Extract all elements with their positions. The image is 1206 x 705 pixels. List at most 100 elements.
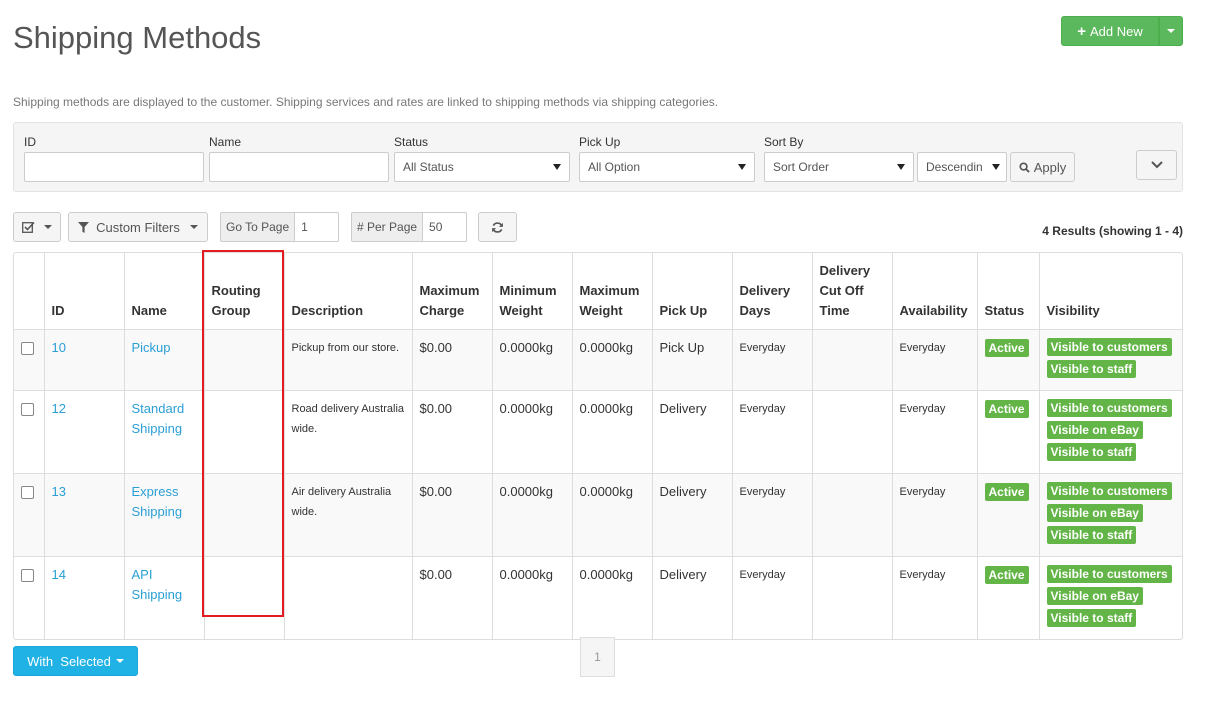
- status-select[interactable]: All Status: [394, 152, 570, 182]
- select-arrow-icon: [897, 164, 905, 170]
- visibility-badge: Visible to customers: [1046, 482, 1172, 500]
- add-new-label: Add New: [1090, 23, 1143, 39]
- go-to-page-label: Go To Page: [220, 212, 296, 242]
- row-name-link[interactable]: Express Shipping: [132, 484, 183, 519]
- sort-order-value: Descendin: [926, 160, 983, 174]
- row-checkbox[interactable]: [21, 569, 34, 582]
- row-pickup: Delivery: [652, 473, 733, 557]
- row-pickup: Delivery: [652, 556, 733, 639]
- min-weight-column-header[interactable]: Minimum Weight: [492, 253, 573, 330]
- refresh-button[interactable]: [478, 212, 517, 242]
- cutoff-time-column-header[interactable]: Delivery Cut Off Time: [812, 253, 893, 330]
- select-column-header: [14, 253, 45, 330]
- pagination-page-1[interactable]: 1: [580, 637, 615, 677]
- availability-column-header[interactable]: Availability: [892, 253, 978, 330]
- apply-button[interactable]: Apply: [1010, 152, 1075, 182]
- row-max-weight: 0.0000kg: [572, 329, 653, 391]
- row-checkbox[interactable]: [21, 486, 34, 499]
- row-description: Pickup from our store.: [284, 329, 413, 391]
- table-row: 12 Standard Shipping Road delivery Austra…: [14, 390, 1182, 474]
- visibility-badge: Visible to customers: [1046, 338, 1172, 356]
- visibility-badge: Visible on eBay: [1046, 587, 1143, 605]
- row-id-link[interactable]: 10: [52, 340, 66, 355]
- row-max-weight: 0.0000kg: [572, 473, 653, 557]
- id-column-header[interactable]: ID: [44, 253, 125, 330]
- status-badge: Active: [984, 483, 1029, 501]
- chevron-down-icon: [115, 659, 124, 663]
- table-header-row: ID Name Routing Group Description Maximum…: [14, 253, 1182, 330]
- pickup-column-header[interactable]: Pick Up: [652, 253, 733, 330]
- chevron-down-icon: [1167, 29, 1175, 33]
- refresh-icon: [492, 221, 503, 233]
- status-column-header[interactable]: Status: [977, 253, 1040, 330]
- delivery-days-column-header[interactable]: Delivery Days: [732, 253, 813, 330]
- sortby-filter-label: Sort By: [764, 135, 804, 149]
- add-new-button[interactable]: + Add New: [1061, 16, 1159, 46]
- max-weight-column-header[interactable]: Maximum Weight: [572, 253, 653, 330]
- row-availability: Everyday: [892, 390, 978, 474]
- visibility-badge: Visible to staff: [1046, 609, 1137, 627]
- table-row: 14 API Shipping $0.00 0.0000kg 0.0000kg D…: [14, 556, 1182, 639]
- routing-group-column-header[interactable]: Routing Group: [204, 253, 285, 330]
- chevron-down-icon: [1150, 161, 1163, 169]
- with-selected-button[interactable]: With Selected: [13, 646, 138, 676]
- expand-filters-button[interactable]: [1136, 150, 1177, 180]
- row-id-link[interactable]: 13: [52, 484, 66, 499]
- bulk-select-button[interactable]: [13, 212, 61, 242]
- results-count: 4 Results (showing 1 - 4): [1042, 224, 1183, 238]
- row-checkbox[interactable]: [21, 403, 34, 416]
- row-max-charge: $0.00: [412, 390, 493, 474]
- visibility-column-header[interactable]: Visibility: [1039, 253, 1182, 330]
- sortby-select-value: Sort Order: [773, 160, 830, 174]
- id-filter-input[interactable]: [24, 152, 204, 182]
- name-filter-label: Name: [209, 135, 242, 149]
- table-row: 10 Pickup Pickup from our store. $0.00 0…: [14, 329, 1182, 391]
- table-row: 13 Express Shipping Air delivery Australi…: [14, 473, 1182, 557]
- row-name-link[interactable]: API Shipping: [132, 567, 183, 602]
- max-charge-column-header[interactable]: Maximum Charge: [412, 253, 493, 330]
- row-min-weight: 0.0000kg: [492, 556, 573, 639]
- row-description: [284, 556, 413, 639]
- row-pickup: Delivery: [652, 390, 733, 474]
- row-name-link[interactable]: Standard Shipping: [132, 401, 185, 436]
- row-min-weight: 0.0000kg: [492, 329, 573, 391]
- row-min-weight: 0.0000kg: [492, 390, 573, 474]
- row-cutoff-time: [812, 556, 893, 639]
- row-max-weight: 0.0000kg: [572, 556, 653, 639]
- status-badge: Active: [984, 400, 1029, 418]
- row-cutoff-time: [812, 390, 893, 474]
- per-page-label: # Per Page: [351, 212, 424, 242]
- visibility-badge: Visible to staff: [1046, 443, 1137, 461]
- select-arrow-icon: [738, 164, 746, 170]
- pickup-select[interactable]: All Option: [579, 152, 755, 182]
- add-new-dropdown-toggle[interactable]: [1159, 16, 1183, 46]
- row-min-weight: 0.0000kg: [492, 473, 573, 557]
- apply-label: Apply: [1033, 159, 1067, 175]
- visibility-badge: Visible to customers: [1046, 565, 1172, 583]
- name-filter-input[interactable]: [209, 152, 389, 182]
- row-max-charge: $0.00: [412, 473, 493, 557]
- checkbox-icon: [22, 221, 35, 233]
- row-checkbox[interactable]: [21, 342, 34, 355]
- custom-filters-button[interactable]: Custom Filters: [68, 212, 208, 242]
- search-icon: [1019, 161, 1030, 173]
- row-cutoff-time: [812, 473, 893, 557]
- per-page-input[interactable]: 50: [423, 212, 467, 242]
- visibility-badge: Visible to customers: [1046, 399, 1172, 417]
- row-delivery-days: Everyday: [732, 473, 813, 557]
- sort-order-select[interactable]: Descendin: [917, 152, 1007, 182]
- filter-panel: ID Name Status All Status Pick Up All Op…: [13, 122, 1183, 192]
- row-routing-group: [204, 329, 285, 391]
- name-column-header[interactable]: Name: [124, 253, 205, 330]
- row-name-link[interactable]: Pickup: [132, 340, 171, 355]
- row-id-link[interactable]: 12: [52, 401, 66, 416]
- visibility-badge: Visible on eBay: [1046, 421, 1143, 439]
- sortby-select[interactable]: Sort Order: [764, 152, 914, 182]
- custom-filters-label: Custom Filters: [96, 219, 180, 235]
- description-column-header[interactable]: Description: [284, 253, 413, 330]
- status-badge: Active: [984, 566, 1029, 584]
- row-availability: Everyday: [892, 329, 978, 391]
- visibility-badge: Visible on eBay: [1046, 504, 1143, 522]
- go-to-page-input[interactable]: 1: [295, 212, 339, 242]
- row-id-link[interactable]: 14: [52, 567, 66, 582]
